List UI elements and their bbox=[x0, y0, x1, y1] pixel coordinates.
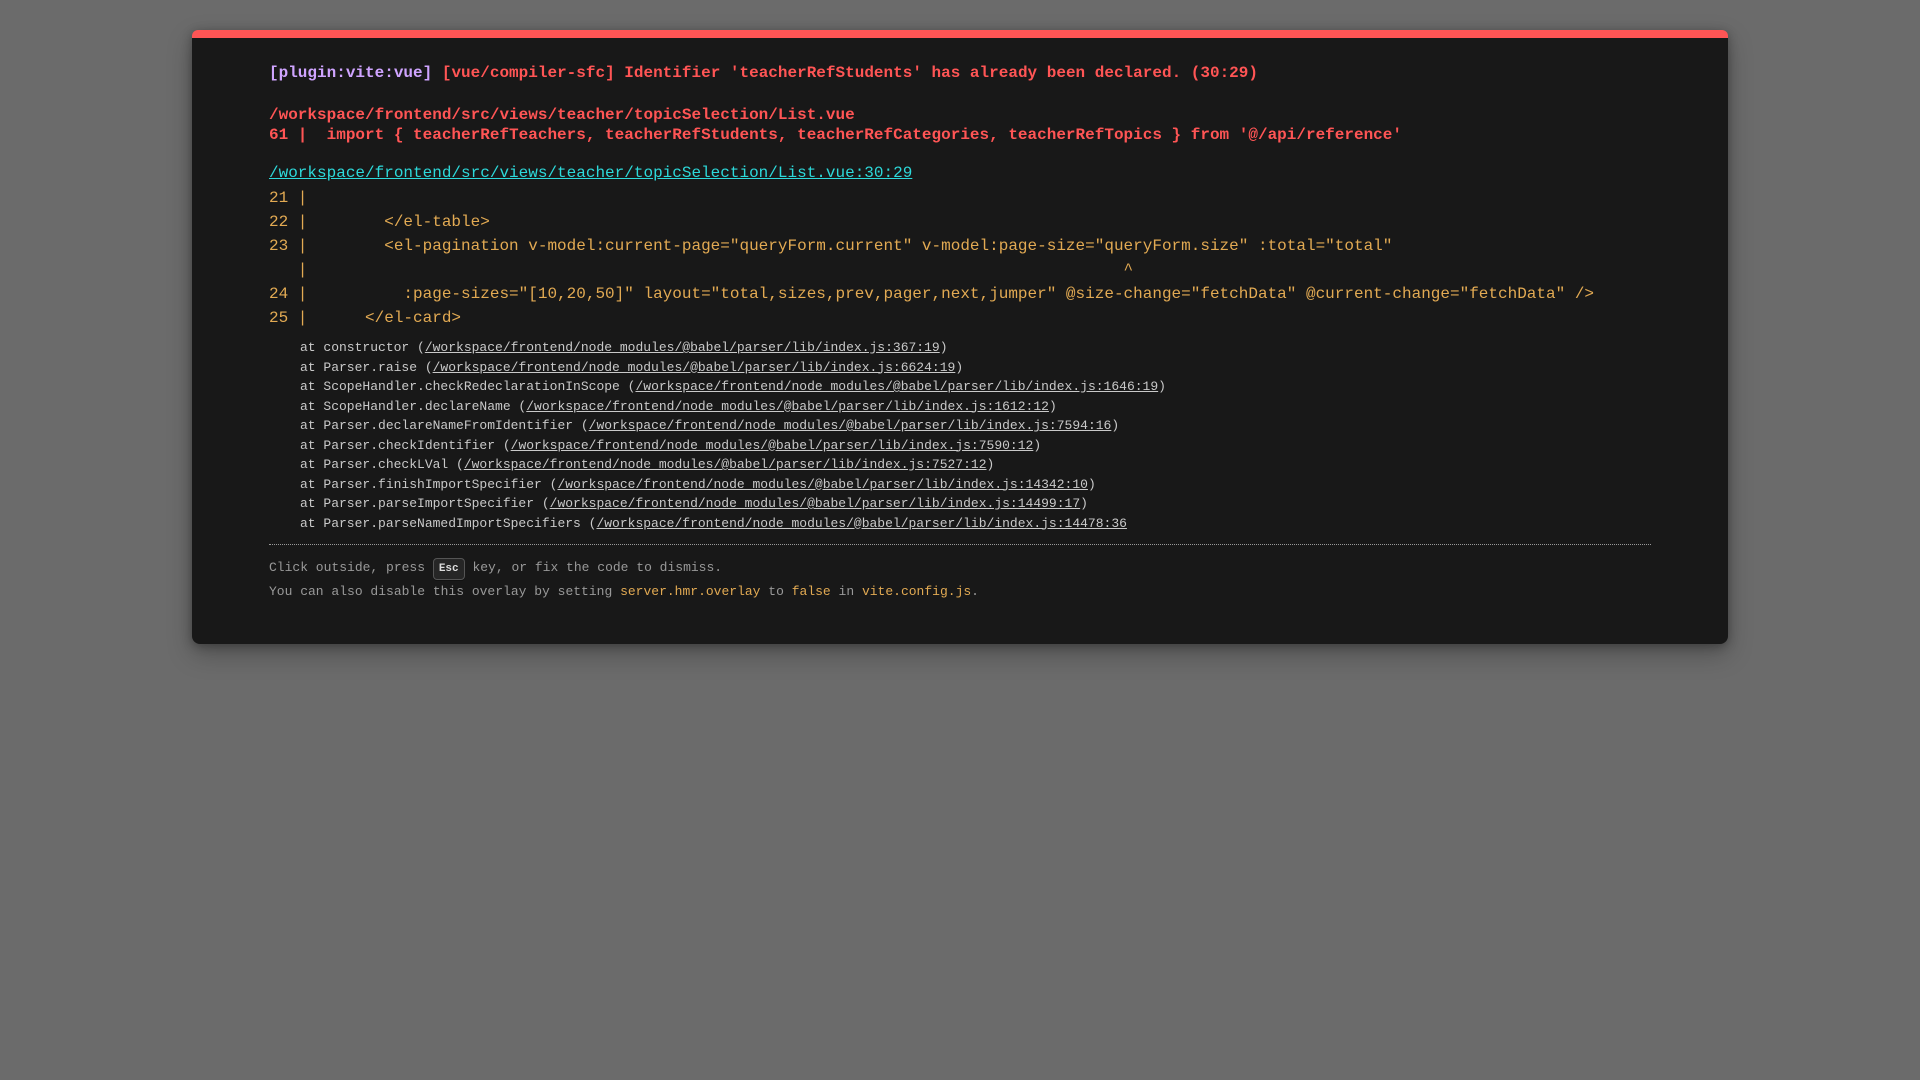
error-overlay-window: [plugin:vite:vue] [vue/compiler-sfc] Ide… bbox=[192, 30, 1728, 644]
code-frame: 21 | 22 | </el-table> 23 | <el-paginatio… bbox=[269, 186, 1651, 330]
code-frame-line: | ^ bbox=[269, 261, 1134, 279]
code-frame-line: 23 | <el-pagination v-model:current-page… bbox=[269, 237, 1393, 255]
stack-trace: at constructor (/workspace/frontend/node… bbox=[269, 338, 1651, 533]
stack-caller: at Parser.finishImportSpecifier ( bbox=[300, 476, 558, 492]
stack-link[interactable]: /workspace/frontend/node_modules/@babel/… bbox=[596, 516, 1127, 531]
stack-link[interactable]: /workspace/frontend/node_modules/@babel/… bbox=[464, 457, 987, 472]
error-location-link[interactable]: /workspace/frontend/src/views/teacher/to… bbox=[269, 163, 912, 183]
stack-suffix: ) bbox=[955, 359, 964, 375]
error-source-line: 61 | import { teacherRefTeachers, teache… bbox=[269, 126, 1402, 144]
tip-text: in bbox=[830, 584, 862, 599]
stack-line: at Parser.raise (/workspace/frontend/nod… bbox=[300, 358, 1651, 378]
stack-link[interactable]: /workspace/frontend/node_modules/@babel/… bbox=[557, 477, 1088, 492]
stack-line: at Parser.checkIdentifier (/workspace/fr… bbox=[300, 436, 1651, 456]
disable-tip: You can also disable this overlay by set… bbox=[269, 580, 1651, 604]
stack-suffix: ) bbox=[1158, 379, 1166, 394]
tip-text: to bbox=[760, 584, 792, 599]
divider bbox=[269, 544, 1651, 545]
stack-line: at ScopeHandler.declareName (/workspace/… bbox=[300, 397, 1651, 417]
tip-text: . bbox=[971, 584, 979, 599]
stack-link[interactable]: /workspace/frontend/node_modules/@babel/… bbox=[511, 438, 1034, 453]
stack-line: at constructor (/workspace/frontend/node… bbox=[300, 338, 1651, 358]
config-value: false bbox=[791, 584, 831, 599]
stack-caller: at ScopeHandler.declareName ( bbox=[300, 398, 527, 414]
stack-caller: at Parser.parseImportSpecifier ( bbox=[300, 496, 550, 511]
stack-line: at Parser.checkLVal (/workspace/frontend… bbox=[300, 455, 1651, 475]
config-file: vite.config.js bbox=[861, 584, 972, 599]
tip-text: You can also disable this overlay by set… bbox=[269, 584, 621, 599]
stack-line: at Parser.parseImportSpecifier (/workspa… bbox=[300, 494, 1651, 514]
stack-caller: at Parser.declareNameFromIdentifier ( bbox=[300, 418, 589, 433]
stack-link[interactable]: /workspace/frontend/node_modules/@babel/… bbox=[635, 379, 1158, 394]
stack-link[interactable]: /workspace/frontend/node_modules/@babel/… bbox=[433, 360, 956, 375]
stack-caller: at Parser.parseNamedImportSpecifiers ( bbox=[300, 515, 597, 531]
code-frame-line: 25 | </el-card> bbox=[269, 309, 462, 327]
error-message: [plugin:vite:vue] [vue/compiler-sfc] Ide… bbox=[269, 63, 1651, 83]
stack-link[interactable]: /workspace/frontend/node_modules/@babel/… bbox=[526, 399, 1049, 414]
stack-suffix: ) bbox=[939, 340, 948, 355]
code-frame-line: 21 | bbox=[269, 189, 308, 207]
stack-suffix: ) bbox=[1048, 398, 1057, 414]
stack-caller: at Parser.checkIdentifier ( bbox=[300, 437, 511, 453]
tip-text: key, or fix the code to dismiss. bbox=[464, 560, 723, 575]
stack-link[interactable]: /workspace/frontend/node_modules/@babel/… bbox=[425, 340, 940, 355]
plugin-name: [plugin:vite:vue] bbox=[269, 64, 433, 82]
stack-caller: at Parser.raise ( bbox=[300, 359, 433, 375]
stack-line: at Parser.finishImportSpecifier (/worksp… bbox=[300, 475, 1651, 495]
stack-link[interactable]: /workspace/frontend/node_modules/@babel/… bbox=[589, 418, 1112, 433]
error-text: [vue/compiler-sfc] Identifier 'teacherRe… bbox=[441, 64, 1258, 82]
stack-suffix: ) bbox=[1087, 476, 1096, 492]
tip-text: Click outside, press bbox=[269, 560, 433, 575]
dismiss-tip: Click outside, press Esc key, or fix the… bbox=[269, 556, 1651, 580]
code-frame-line: 24 | :page-sizes="[10,20,50]" layout="to… bbox=[269, 285, 1595, 303]
stack-line: at Parser.declareNameFromIdentifier (/wo… bbox=[300, 416, 1651, 436]
stack-link[interactable]: /workspace/frontend/node_modules/@babel/… bbox=[550, 496, 1081, 511]
stack-suffix: ) bbox=[1111, 418, 1120, 433]
stack-suffix: ) bbox=[986, 457, 995, 472]
stack-line: at ScopeHandler.checkRedeclarationInScop… bbox=[300, 377, 1651, 397]
esc-key: Esc bbox=[432, 558, 465, 580]
stack-suffix: ) bbox=[1080, 496, 1088, 511]
config-option: server.hmr.overlay bbox=[620, 584, 761, 599]
stack-caller: at constructor ( bbox=[300, 340, 425, 355]
stack-caller: at Parser.checkLVal ( bbox=[300, 457, 464, 472]
stack-suffix: ) bbox=[1033, 437, 1042, 453]
error-file-path: /workspace/frontend/src/views/teacher/to… bbox=[269, 106, 855, 124]
stack-line: at Parser.parseNamedImportSpecifiers (/w… bbox=[300, 514, 1651, 534]
stack-caller: at ScopeHandler.checkRedeclarationInScop… bbox=[300, 379, 636, 394]
code-frame-line: 22 | </el-table> bbox=[269, 213, 490, 231]
